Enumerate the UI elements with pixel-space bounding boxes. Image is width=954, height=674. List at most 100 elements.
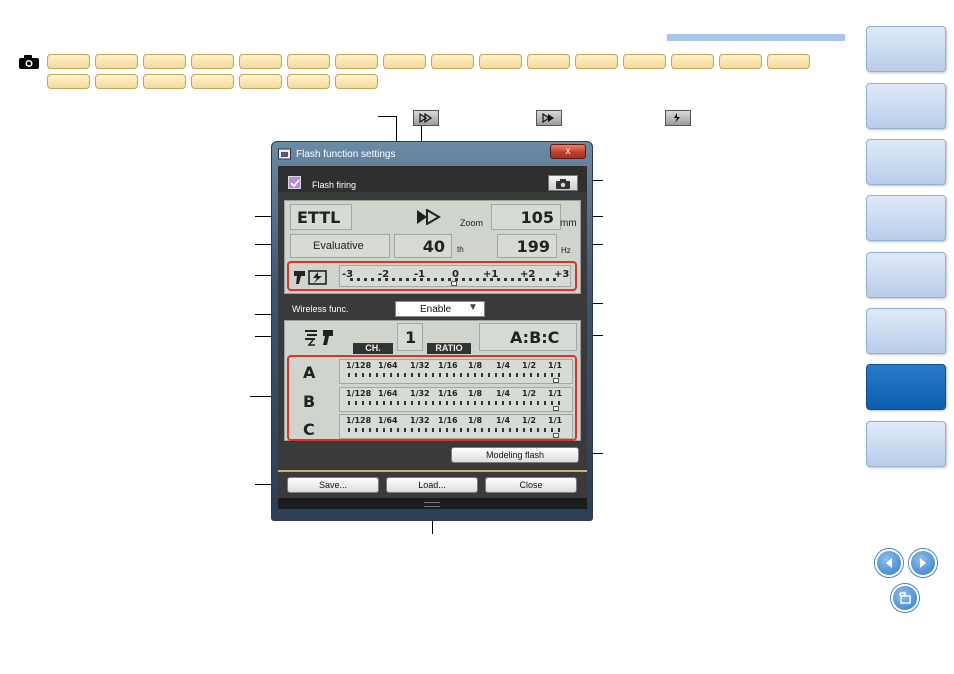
close-button[interactable]: Close [485,477,577,493]
return-icon [899,592,911,604]
nav-button[interactable] [866,26,946,72]
save-button[interactable]: Save... [287,477,379,493]
power-label: 1/128 [346,416,372,425]
nav-button-active[interactable] [866,364,946,410]
power-label: 1/8 [468,416,483,425]
chapter-tab[interactable] [671,54,714,69]
frequency-cell[interactable]: 199 [497,234,557,258]
nav-button[interactable] [866,195,946,241]
chapter-tab[interactable] [143,74,186,89]
nav-button[interactable] [866,252,946,298]
chapter-tab[interactable] [287,54,330,69]
window-title: Flash function settings [296,149,396,160]
group-a-scale[interactable]: 1/128 1/64 1/32 1/16 1/8 1/4 1/2 1/1 [339,359,573,384]
high-speed-sync-icon [413,110,439,126]
power-label: 1/2 [522,389,537,398]
chapter-tab[interactable] [527,54,570,69]
load-button[interactable]: Load... [386,477,478,493]
wireless-func-value: Enable [420,304,452,315]
chapter-tab[interactable] [191,74,234,89]
chapter-tab[interactable] [335,54,378,69]
chapter-tab[interactable] [95,74,138,89]
flash-mode-cell[interactable]: ETTL [290,204,352,230]
chapter-tab[interactable] [239,74,282,89]
metering-cell[interactable]: Evaluative [290,234,390,258]
group-c-scale[interactable]: 1/128 1/64 1/32 1/16 1/8 1/4 1/2 1/1 [339,414,573,439]
power-label: 1/1 [548,361,563,370]
chapter-tab[interactable] [239,54,282,69]
ratio-cell[interactable]: A:B:C [479,323,577,351]
nav-button[interactable] [866,139,946,185]
nav-button[interactable] [866,421,946,467]
flash-exposure-cell[interactable]: 40 [394,234,452,258]
header-bar [667,34,845,41]
zoom-cell[interactable]: 105 [491,204,561,230]
power-label: 1/64 [378,416,398,425]
chapter-tab[interactable] [575,54,618,69]
power-label: 1/16 [438,389,458,398]
power-scale-marker[interactable] [553,406,559,411]
power-scale-ticks [348,373,560,377]
chapter-tab[interactable] [623,54,666,69]
chapter-tab[interactable] [47,54,90,69]
flash-lcd-panel: ETTL Zoom 105 mm Evaluative 40 th 199 Hz [284,200,581,294]
flash-exposure-value: 40 [422,237,445,256]
multi-flash-icon [665,110,691,126]
window-close-button[interactable]: x [550,144,586,159]
power-label: 1/4 [496,416,511,425]
chapter-tab[interactable] [767,54,810,69]
camera-refresh-icon [556,178,570,189]
chapter-tab[interactable] [47,74,90,89]
chapter-tab[interactable] [479,54,522,69]
modeling-flash-button[interactable]: Modeling flash [451,447,579,463]
chapter-tab[interactable] [191,54,234,69]
checkmark-icon [289,178,300,187]
callout-line [378,116,396,117]
chapter-tab[interactable] [335,74,378,89]
frequency-value: 199 [516,237,550,256]
power-scale-marker[interactable] [553,433,559,438]
close-icon: x [565,146,571,157]
return-button[interactable] [891,584,919,612]
window-icon [278,148,291,160]
flash-exposure-scale[interactable]: -3 -2 -1 0 +1 +2 +3 [339,265,571,287]
window-client: Flash firing ETTL Zoom 105 mm Evaluative… [278,166,587,509]
power-label: 1/32 [410,416,430,425]
group-power-box: A 1/128 1/64 1/32 1/16 1/8 1/4 1/2 1/1 B… [287,355,577,441]
flash-firing-checkbox[interactable] [288,176,301,189]
arrow-left-icon [886,558,892,568]
power-label: 1/16 [438,416,458,425]
chapter-tab[interactable] [383,54,426,69]
group-c-label: C [303,420,315,439]
power-label: 1/2 [522,416,537,425]
zoom-unit: mm [560,218,577,229]
power-label: 1/2 [522,361,537,370]
chapter-tab[interactable] [431,54,474,69]
chapter-tab[interactable] [143,54,186,69]
flash-exposure-compensation-box: -3 -2 -1 0 +1 +2 +3 [287,261,577,291]
chapter-tab[interactable] [95,54,138,69]
previous-page-button[interactable] [875,549,903,577]
next-page-button[interactable] [909,549,937,577]
chapter-tab[interactable] [287,74,330,89]
power-label: 1/128 [346,389,372,398]
power-label: 1/64 [378,361,398,370]
chapter-tab[interactable] [719,54,762,69]
flash-exposure-unit: th [457,245,464,254]
channel-label: CH. [353,343,393,354]
camera-icon [18,54,40,70]
ratio-value: A:B:C [510,328,560,347]
wireless-func-select[interactable]: Enable ▼ [395,301,485,317]
power-label: 1/1 [548,416,563,425]
power-label: 1/128 [346,361,372,370]
camera-settings-button[interactable] [548,175,578,191]
flash-settings-window: Flash function settings x Flash firing E… [271,141,593,521]
power-scale-marker[interactable] [553,378,559,383]
channel-cell[interactable]: 1 [397,323,423,351]
group-b-scale[interactable]: 1/128 1/64 1/32 1/16 1/8 1/4 1/2 1/1 [339,387,573,412]
nav-button[interactable] [866,308,946,354]
fec-scale-marker[interactable] [451,281,457,286]
high-speed-sync-icon[interactable] [415,208,447,230]
nav-button[interactable] [866,83,946,129]
resize-grip-icon[interactable] [424,502,440,507]
